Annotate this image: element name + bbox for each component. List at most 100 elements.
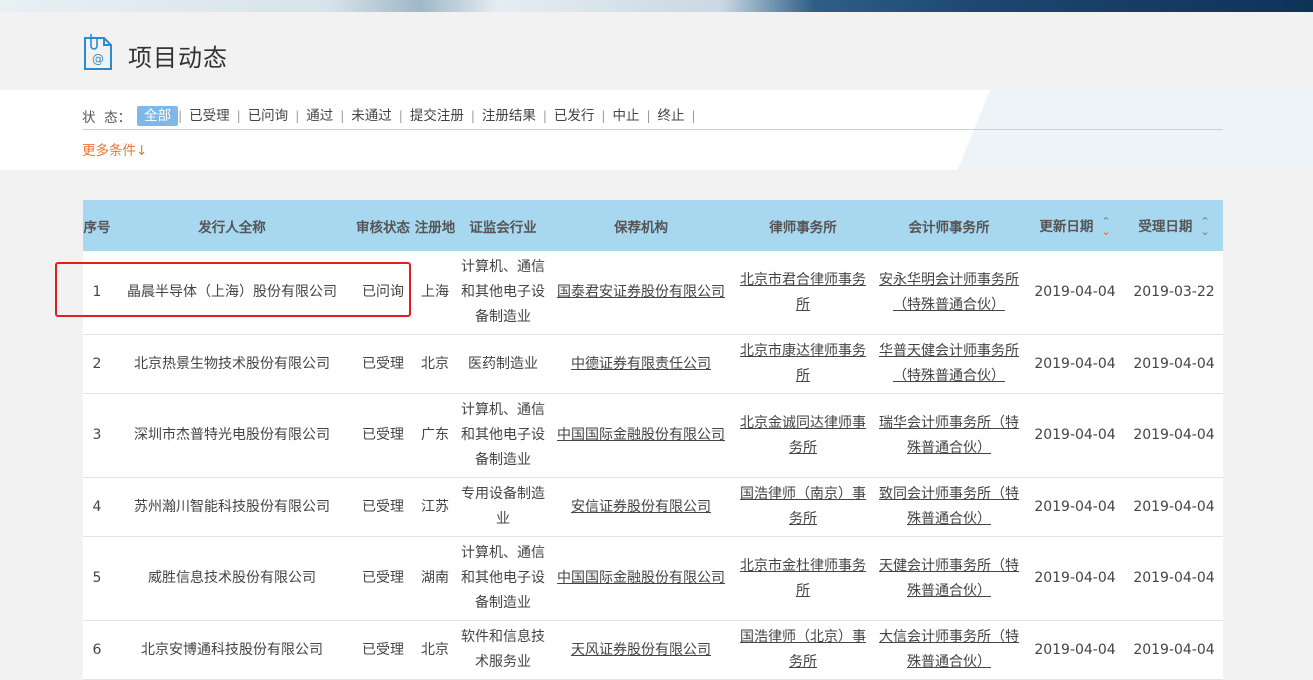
filter-option-issued[interactable]: 已发行 (547, 106, 602, 126)
accounting-firm-link[interactable]: 华普天健会计师事务所（特殊普通合伙） (879, 343, 1019, 384)
cell-issuer-name: 苏州瀚川智能科技股份有限公司 (111, 477, 353, 537)
cell-issuer-name: 威胜信息技术股份有限公司 (111, 536, 353, 621)
cell-updated-date: 2019-04-04 (1025, 393, 1125, 478)
accounting-firm-link[interactable]: 天健会计师事务所（特殊普通合伙） (879, 558, 1019, 599)
svg-text:@: @ (92, 52, 104, 66)
sponsor-link[interactable]: 安信证券股份有限公司 (571, 499, 711, 515)
cell-status: 已受理 (353, 477, 413, 537)
cell-accounting-firm: 瑞华会计师事务所（特殊普通合伙） (873, 393, 1025, 478)
cell-region: 上海 (413, 251, 457, 335)
cell-sponsor: 安信证券股份有限公司 (549, 477, 733, 537)
cell-no: 3 (83, 393, 111, 478)
cell-sponsor: 中德证券有限责任公司 (549, 334, 733, 394)
sponsor-link[interactable]: 中国国际金融股份有限公司 (557, 427, 725, 443)
filter-option-all[interactable]: 全部 (137, 106, 179, 126)
filter-option-failed[interactable]: 未通过 (344, 106, 399, 126)
cell-updated-date: 2019-04-04 (1025, 334, 1125, 394)
cell-status: 已受理 (353, 393, 413, 478)
cell-law-firm: 北京市君合律师事务所 (733, 251, 873, 335)
header-review-status: 审核状态 (353, 200, 413, 251)
cell-industry: 计算机、通信和其他电子设备制造业 (457, 251, 549, 335)
cell-accounting-firm: 致同会计师事务所（特殊普通合伙） (873, 477, 1025, 537)
cell-region: 北京 (413, 620, 457, 680)
cell-accounting-firm: 华普天健会计师事务所（特殊普通合伙） (873, 334, 1025, 394)
header-accepted-date[interactable]: 受理日期 ⌃ ⌄ (1125, 200, 1223, 251)
header-updated-date[interactable]: 更新日期 ⌃ ⌄ (1025, 200, 1125, 251)
cell-accepted-date: 2019-04-04 (1125, 620, 1223, 680)
law-firm-link[interactable]: 北京市金杜律师事务所 (740, 558, 866, 599)
table-row: 1 晶晨半导体（上海）股份有限公司 已问询 上海 计算机、通信和其他电子设备制造… (83, 251, 1223, 335)
cell-status: 已受理 (353, 620, 413, 680)
cell-status: 已问询 (353, 251, 413, 335)
filter-option-accepted[interactable]: 已受理 (182, 106, 237, 126)
cell-sponsor: 国泰君安证券股份有限公司 (549, 251, 733, 335)
cell-issuer-name: 北京热景生物技术股份有限公司 (111, 334, 353, 394)
filter-option-registration-result[interactable]: 注册结果 (475, 106, 543, 126)
law-firm-link[interactable]: 国浩律师（北京）事务所 (740, 629, 866, 670)
more-conditions-link[interactable]: 更多条件↓ (82, 139, 147, 159)
header-region: 注册地 (413, 200, 457, 251)
table-row: 3 深圳市杰普特光电股份有限公司 已受理 广东 计算机、通信和其他电子设备制造业… (83, 393, 1223, 478)
cell-status: 已受理 (353, 334, 413, 394)
project-table: 序号 发行人全称 审核状态 注册地 证监会行业 保荐机构 律师事务所 会计师事务… (83, 200, 1223, 680)
table-row: 5 威胜信息技术股份有限公司 已受理 湖南 计算机、通信和其他电子设备制造业 中… (83, 536, 1223, 621)
law-firm-link[interactable]: 北京市康达律师事务所 (740, 343, 866, 384)
top-banner (0, 0, 1313, 12)
cell-accounting-firm: 安永华明会计师事务所（特殊普通合伙） (873, 251, 1025, 335)
cell-updated-date: 2019-04-04 (1025, 536, 1125, 621)
cell-sponsor: 中国国际金融股份有限公司 (549, 393, 733, 478)
status-filter: 状 态： 全部 | 已受理 | 已问询 | 通过 | 未通过 | 提交注册 | 注册结果 | … (82, 106, 696, 126)
filter-option-suspended[interactable]: 中止 (605, 106, 646, 126)
header-accounting-firm: 会计师事务所 (873, 200, 1025, 251)
law-firm-link[interactable]: 北京金诚同达律师事务所 (740, 415, 866, 456)
cell-industry: 医药制造业 (457, 334, 549, 394)
sponsor-link[interactable]: 天风证券股份有限公司 (571, 642, 711, 658)
sort-down-icon: ⌄ (1200, 224, 1210, 238)
sponsor-link[interactable]: 中德证券有限责任公司 (571, 356, 711, 372)
status-filter-label: 状 态： (82, 110, 132, 126)
header-industry: 证监会行业 (457, 200, 549, 251)
law-firm-link[interactable]: 国浩律师（南京）事务所 (740, 486, 866, 527)
cell-no: 4 (83, 477, 111, 537)
sort-down-icon: ⌄ (1101, 224, 1111, 238)
sponsor-link[interactable]: 国泰君安证券股份有限公司 (557, 284, 725, 300)
cell-region: 湖南 (413, 536, 457, 621)
accounting-firm-link[interactable]: 瑞华会计师事务所（特殊普通合伙） (879, 415, 1019, 456)
page-header: @ 项目动态 (0, 12, 1313, 90)
cell-accepted-date: 2019-04-04 (1125, 477, 1223, 537)
cell-accounting-firm: 大信会计师事务所（特殊普通合伙） (873, 620, 1025, 680)
cell-region: 北京 (413, 334, 457, 394)
accounting-firm-link[interactable]: 大信会计师事务所（特殊普通合伙） (879, 629, 1019, 670)
accounting-firm-link[interactable]: 安永华明会计师事务所（特殊普通合伙） (879, 272, 1019, 313)
filter-option-submitted-registration[interactable]: 提交注册 (403, 106, 471, 126)
cell-region: 江苏 (413, 477, 457, 537)
cell-accepted-date: 2019-04-04 (1125, 536, 1223, 621)
cell-law-firm: 北京市金杜律师事务所 (733, 536, 873, 621)
cell-accepted-date: 2019-03-22 (1125, 251, 1223, 335)
cell-status: 已受理 (353, 536, 413, 621)
cell-accounting-firm: 天健会计师事务所（特殊普通合伙） (873, 536, 1025, 621)
table-row: 2 北京热景生物技术股份有限公司 已受理 北京 医药制造业 中德证券有限责任公司… (83, 334, 1223, 394)
sponsor-link[interactable]: 中国国际金融股份有限公司 (557, 570, 725, 586)
sort-updated-icon[interactable]: ⌃ ⌄ (1101, 216, 1111, 238)
cell-updated-date: 2019-04-04 (1025, 251, 1125, 335)
cell-industry: 计算机、通信和其他电子设备制造业 (457, 393, 549, 478)
cell-sponsor: 天风证券股份有限公司 (549, 620, 733, 680)
cell-law-firm: 北京金诚同达律师事务所 (733, 393, 873, 478)
cell-industry: 专用设备制造业 (457, 477, 549, 537)
header-no: 序号 (83, 200, 111, 251)
filter-option-terminated[interactable]: 终止 (651, 106, 692, 126)
accounting-firm-link[interactable]: 致同会计师事务所（特殊普通合伙） (879, 486, 1019, 527)
filter-area: 状 态： 全部 | 已受理 | 已问询 | 通过 | 未通过 | 提交注册 | 注册结果 | … (0, 90, 1313, 170)
filter-option-inquired[interactable]: 已问询 (241, 106, 296, 126)
header-law-firm: 律师事务所 (733, 200, 873, 251)
law-firm-link[interactable]: 北京市君合律师事务所 (740, 272, 866, 313)
document-clip-icon: @ (84, 34, 112, 70)
cell-industry: 软件和信息技术服务业 (457, 620, 549, 680)
cell-accepted-date: 2019-04-04 (1125, 334, 1223, 394)
cell-updated-date: 2019-04-04 (1025, 620, 1125, 680)
sort-accepted-icon[interactable]: ⌃ ⌄ (1200, 216, 1210, 238)
cell-issuer-name: 晶晨半导体（上海）股份有限公司 (111, 251, 353, 335)
cell-no: 1 (83, 251, 111, 335)
filter-option-passed[interactable]: 通过 (299, 106, 340, 126)
